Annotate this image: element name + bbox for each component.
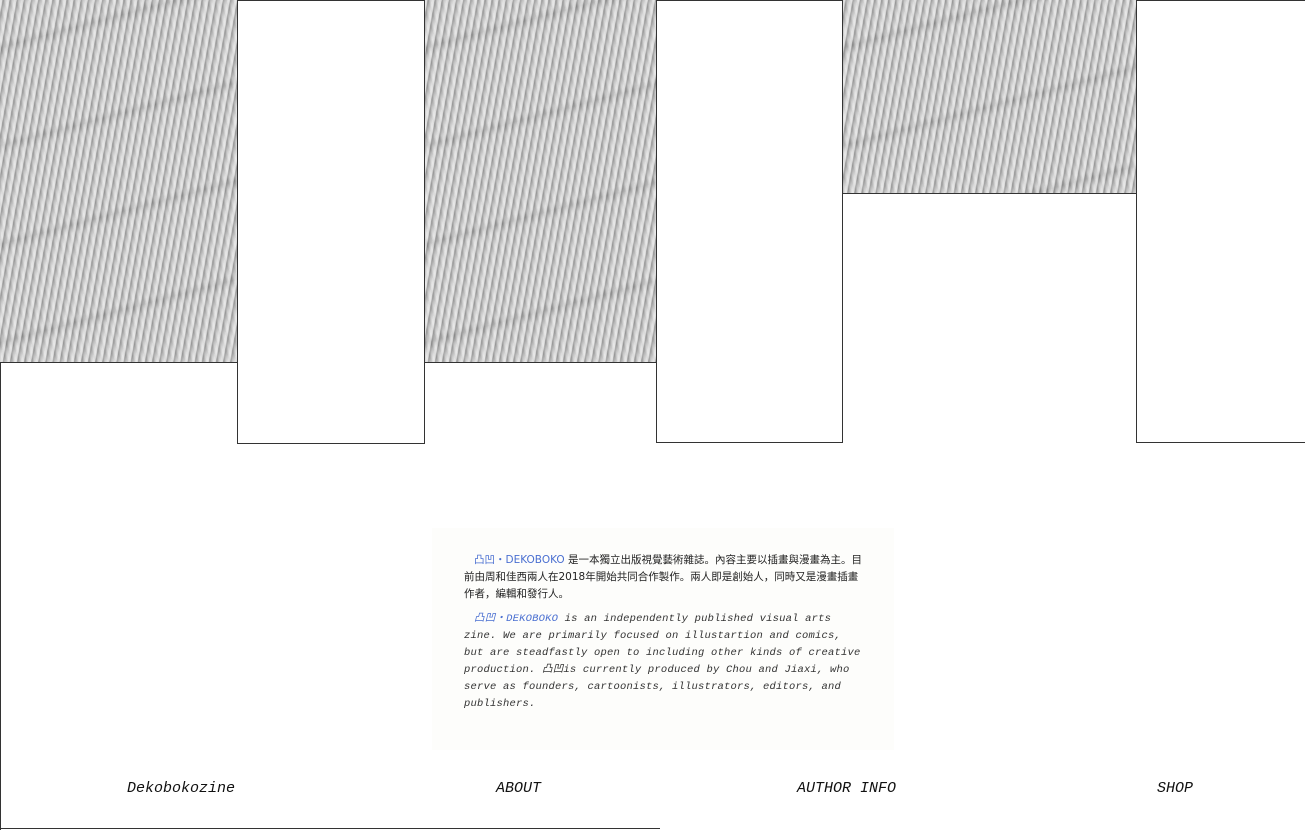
brand-link-zh[interactable]: 凸凹・DEKOBOKO xyxy=(474,554,565,566)
pencil-texture-panel-1 xyxy=(0,0,237,362)
brand-link-en[interactable]: 凸凹・DEKOBOKO xyxy=(474,613,558,625)
page-bottom-border xyxy=(0,828,660,829)
blank-frame-1 xyxy=(237,0,425,444)
brand-short-mark: 凸凹 xyxy=(542,664,564,676)
blank-frame-2 xyxy=(656,0,843,443)
nav-home-link[interactable]: Dekobokozine xyxy=(127,780,235,797)
pencil-texture-panel-3 xyxy=(843,0,1136,194)
nav-author-info-link[interactable]: AUTHOR INFO xyxy=(797,780,896,797)
about-chinese-paragraph: 凸凹・DEKOBOKO 是一本獨立出版視覺藝術雜誌。內容主要以插畫與漫畫為主。目… xyxy=(464,552,862,603)
about-text-box: 凸凹・DEKOBOKO 是一本獨立出版視覺藝術雜誌。內容主要以插畫與漫畫為主。目… xyxy=(432,528,894,750)
blank-frame-3 xyxy=(1136,0,1305,443)
panel-divider-line-left xyxy=(0,362,237,363)
nav-shop-link[interactable]: SHOP xyxy=(1157,780,1193,797)
pencil-texture-panel-2 xyxy=(425,0,656,362)
panel-divider-line-mid xyxy=(425,362,656,363)
page-left-border xyxy=(0,362,1,830)
about-english-paragraph: 凸凹・DEKOBOKO is an independently publishe… xyxy=(464,611,862,713)
nav-about-link[interactable]: ABOUT xyxy=(496,780,541,797)
